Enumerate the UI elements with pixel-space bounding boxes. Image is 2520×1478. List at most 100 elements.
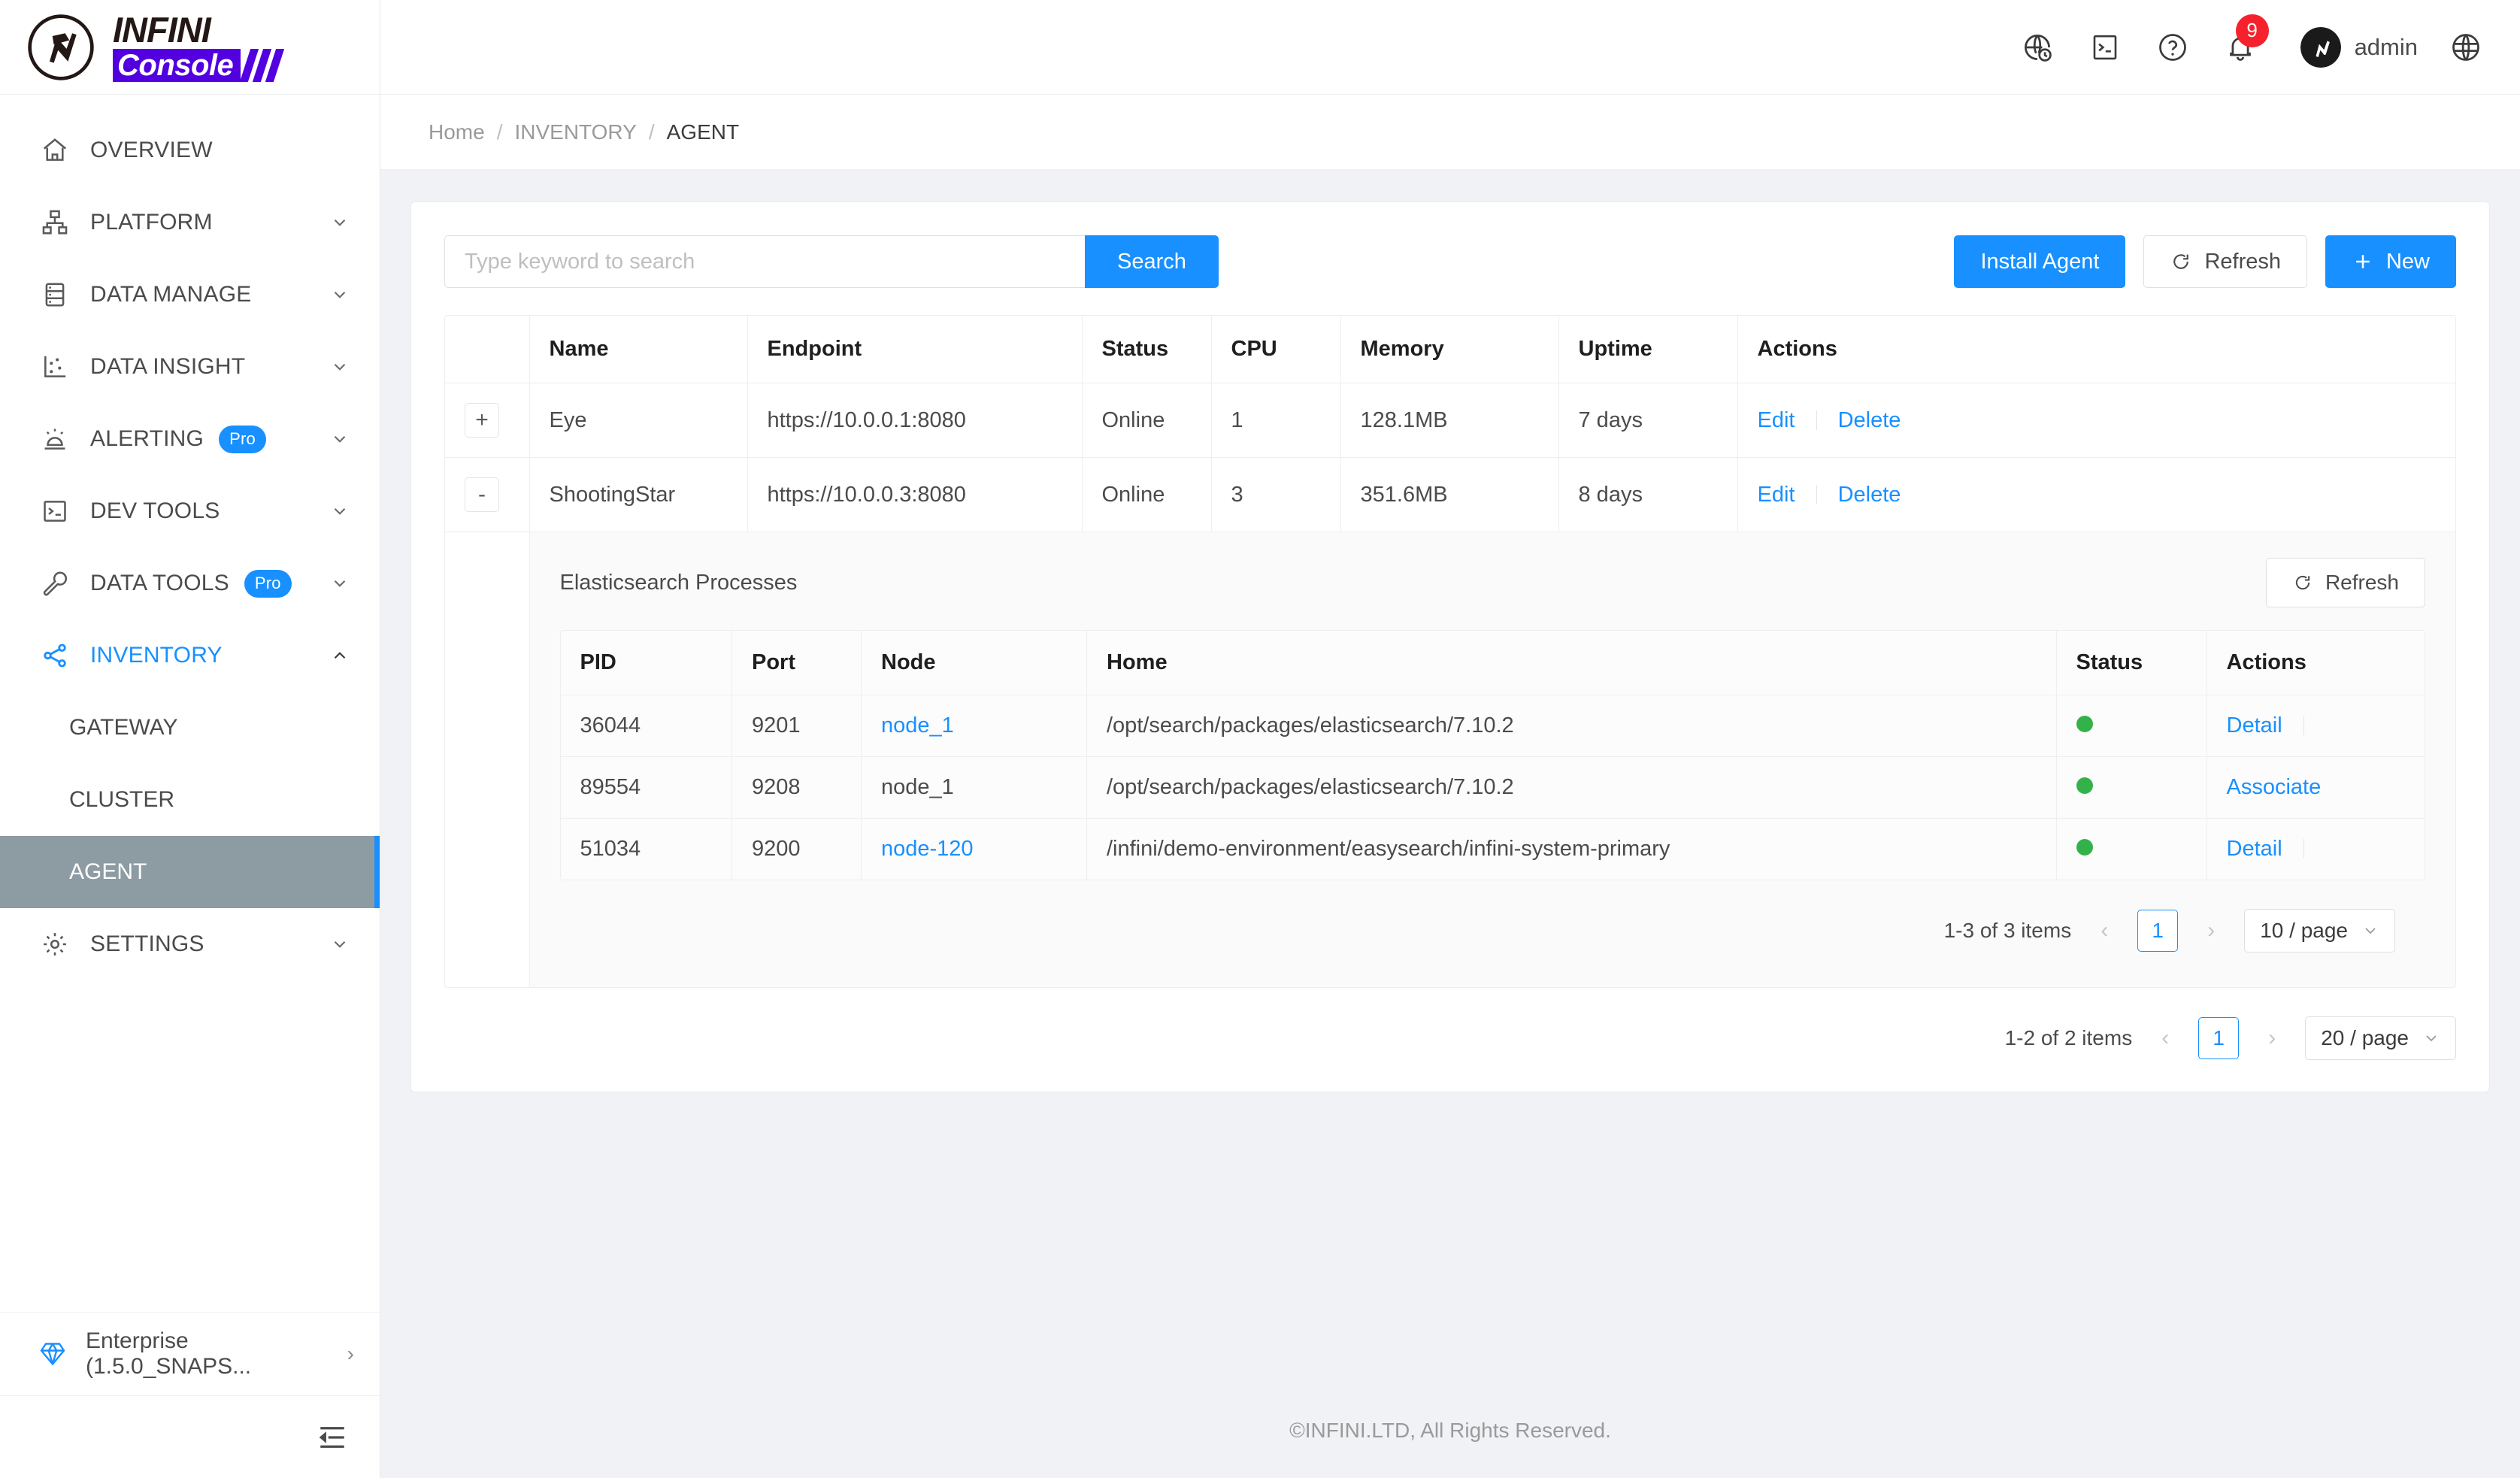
- sidebar-item-label: DATA TOOLS: [90, 571, 229, 595]
- alarm-icon: [39, 423, 71, 455]
- agents-table-wrapper: Name Endpoint Status CPU Memory Uptime A…: [444, 315, 2456, 988]
- sidebar: INFINI Console OVERVIEW PLATFORM DATA MA…: [0, 0, 380, 1478]
- detail-link[interactable]: Detail: [2227, 713, 2282, 737]
- processes-pagination: 1-3 of 3 items ‹ 1 › 10 / page: [559, 880, 2425, 965]
- node-link[interactable]: node-120: [881, 837, 974, 861]
- column-header-expander: [445, 316, 530, 383]
- app-root: INFINI Console OVERVIEW PLATFORM DATA MA…: [0, 0, 2520, 1478]
- chevron-down-icon: [329, 211, 351, 234]
- delete-link[interactable]: Delete: [1838, 483, 1901, 507]
- pagination-page-size-select[interactable]: 20 / page: [2305, 1016, 2456, 1060]
- agents-table: Name Endpoint Status CPU Memory Uptime A…: [445, 316, 2455, 987]
- cell-port: 9200: [731, 818, 862, 880]
- breadcrumb: Home / INVENTORY / AGENT: [380, 95, 2520, 170]
- agents-table-body: + Eye https://10.0.0.1:8080 Online 1 128…: [445, 383, 2455, 987]
- sidebar-item-dev-tools[interactable]: DEV TOOLS: [0, 475, 380, 547]
- globe-clock-icon[interactable]: [2018, 28, 2057, 67]
- pagination-info: 1-2 of 2 items: [2004, 1026, 2133, 1049]
- sidebar-item-label: DATA MANAGE: [90, 282, 252, 307]
- detail-link[interactable]: Detail: [2227, 837, 2282, 861]
- diamond-icon: [39, 1340, 69, 1367]
- cell-uptime: 7 days: [1558, 383, 1738, 458]
- pagination-next-button[interactable]: ›: [2255, 1017, 2288, 1059]
- chevron-down-icon: [2422, 1029, 2440, 1047]
- sidebar-item-data-manage[interactable]: DATA MANAGE: [0, 259, 380, 331]
- pagination-page-1[interactable]: 1: [2198, 1017, 2240, 1059]
- processes-table-wrapper: PID Port Node Home Status Actions 36044 …: [559, 630, 2425, 880]
- column-header-cpu: CPU: [1211, 316, 1341, 383]
- cell-node: node_1: [861, 756, 1087, 819]
- edit-link[interactable]: Edit: [1758, 408, 1795, 432]
- console-icon[interactable]: [2085, 28, 2125, 67]
- pagination-prev-button[interactable]: ‹: [2088, 910, 2121, 952]
- top-header-bar: 9 admin: [380, 0, 2520, 95]
- license-info[interactable]: Enterprise (1.5.0_SNAPS... ›: [0, 1313, 380, 1395]
- chevron-down-icon: [329, 572, 351, 595]
- processes-table-body: 36044 9201 node_1 /opt/search/packages/e…: [560, 695, 2425, 880]
- associate-link[interactable]: Associate: [2227, 775, 2322, 799]
- processes-panel-title: Elasticsearch Processes: [559, 570, 798, 595]
- brand-wordmark: INFINI Console: [113, 12, 285, 82]
- user-menu[interactable]: admin: [2300, 26, 2418, 68]
- license-label: Enterprise (1.5.0_SNAPS...: [86, 1328, 252, 1379]
- processes-table: PID Port Node Home Status Actions 36044 …: [560, 631, 2425, 880]
- search-button[interactable]: Search: [1085, 235, 1219, 288]
- search-input[interactable]: [444, 235, 1085, 288]
- column-header-pid: PID: [560, 631, 732, 695]
- breadcrumb-item-inventory[interactable]: INVENTORY: [514, 120, 636, 144]
- help-icon[interactable]: [2153, 28, 2192, 67]
- cell-name: Eye: [529, 383, 748, 458]
- cell-actions: Detail: [2207, 695, 2425, 757]
- cell-uptime: 8 days: [1558, 457, 1738, 532]
- new-button[interactable]: New: [2325, 235, 2456, 288]
- sidebar-item-label: DEV TOOLS: [90, 498, 220, 523]
- sidebar-item-gateway[interactable]: GATEWAY: [0, 692, 380, 764]
- column-header-status: Status: [2056, 631, 2207, 695]
- platform-icon: [39, 207, 71, 238]
- row-collapse-button[interactable]: -: [465, 477, 499, 512]
- infini-logo-icon: [26, 12, 96, 83]
- language-icon[interactable]: [2446, 28, 2485, 67]
- processes-refresh-button[interactable]: Refresh: [2265, 558, 2425, 607]
- pagination-prev-button[interactable]: ‹: [2149, 1017, 2182, 1059]
- sidebar-subitem-label: CLUSTER: [69, 787, 175, 812]
- pagination-page-size-select[interactable]: 10 / page: [2244, 909, 2395, 953]
- pagination-page-1[interactable]: 1: [2137, 910, 2179, 952]
- sidebar-item-overview[interactable]: OVERVIEW: [0, 114, 380, 186]
- page-content: Search Install Agent Refresh: [380, 170, 2520, 1383]
- sidebar-item-settings[interactable]: SETTINGS: [0, 908, 380, 980]
- brand-logo[interactable]: INFINI Console: [0, 0, 380, 95]
- breadcrumb-item-home[interactable]: Home: [429, 120, 485, 144]
- row-expand-button[interactable]: +: [465, 403, 499, 438]
- sidebar-item-inventory[interactable]: INVENTORY: [0, 619, 380, 692]
- action-divider: [1816, 410, 1817, 430]
- sidebar-item-data-insight[interactable]: DATA INSIGHT: [0, 331, 380, 403]
- sidebar-item-cluster[interactable]: CLUSTER: [0, 764, 380, 836]
- bell-icon[interactable]: 9: [2221, 14, 2269, 67]
- edit-link[interactable]: Edit: [1758, 483, 1795, 507]
- cell-expanded-spacer: [445, 532, 530, 987]
- pagination-next-button[interactable]: ›: [2194, 910, 2228, 952]
- cell-node: node_1: [861, 695, 1087, 757]
- install-agent-button[interactable]: Install Agent: [1954, 235, 2126, 288]
- table-row: 36044 9201 node_1 /opt/search/packages/e…: [560, 695, 2425, 757]
- table-toolbar: Search Install Agent Refresh: [444, 235, 2456, 288]
- refresh-button[interactable]: Refresh: [2143, 235, 2307, 288]
- cell-actions: Edit Delete: [1737, 457, 2455, 532]
- search-group: Search: [444, 235, 1219, 288]
- page-size-label: 20 / page: [2321, 1026, 2409, 1049]
- delete-link[interactable]: Delete: [1838, 408, 1901, 432]
- main-area: 9 admin Home / INVENTORY / AGENT Type ke…: [380, 0, 2520, 1478]
- sidebar-item-platform[interactable]: PLATFORM: [0, 186, 380, 259]
- notification-badge: 9: [2235, 14, 2269, 47]
- sidebar-item-agent[interactable]: AGENT: [0, 836, 380, 908]
- sidebar-collapse-button[interactable]: [0, 1395, 380, 1478]
- node-link[interactable]: node_1: [881, 713, 954, 737]
- cell-status: [2056, 756, 2207, 819]
- status-dot-green-icon: [2076, 716, 2093, 732]
- page-size-label: 10 / page: [2260, 919, 2348, 942]
- avatar: [2300, 26, 2341, 68]
- sidebar-item-data-tools[interactable]: DATA TOOLS Pro: [0, 547, 380, 619]
- sidebar-item-label: OVERVIEW: [90, 138, 213, 162]
- sidebar-item-alerting[interactable]: ALERTING Pro: [0, 403, 380, 475]
